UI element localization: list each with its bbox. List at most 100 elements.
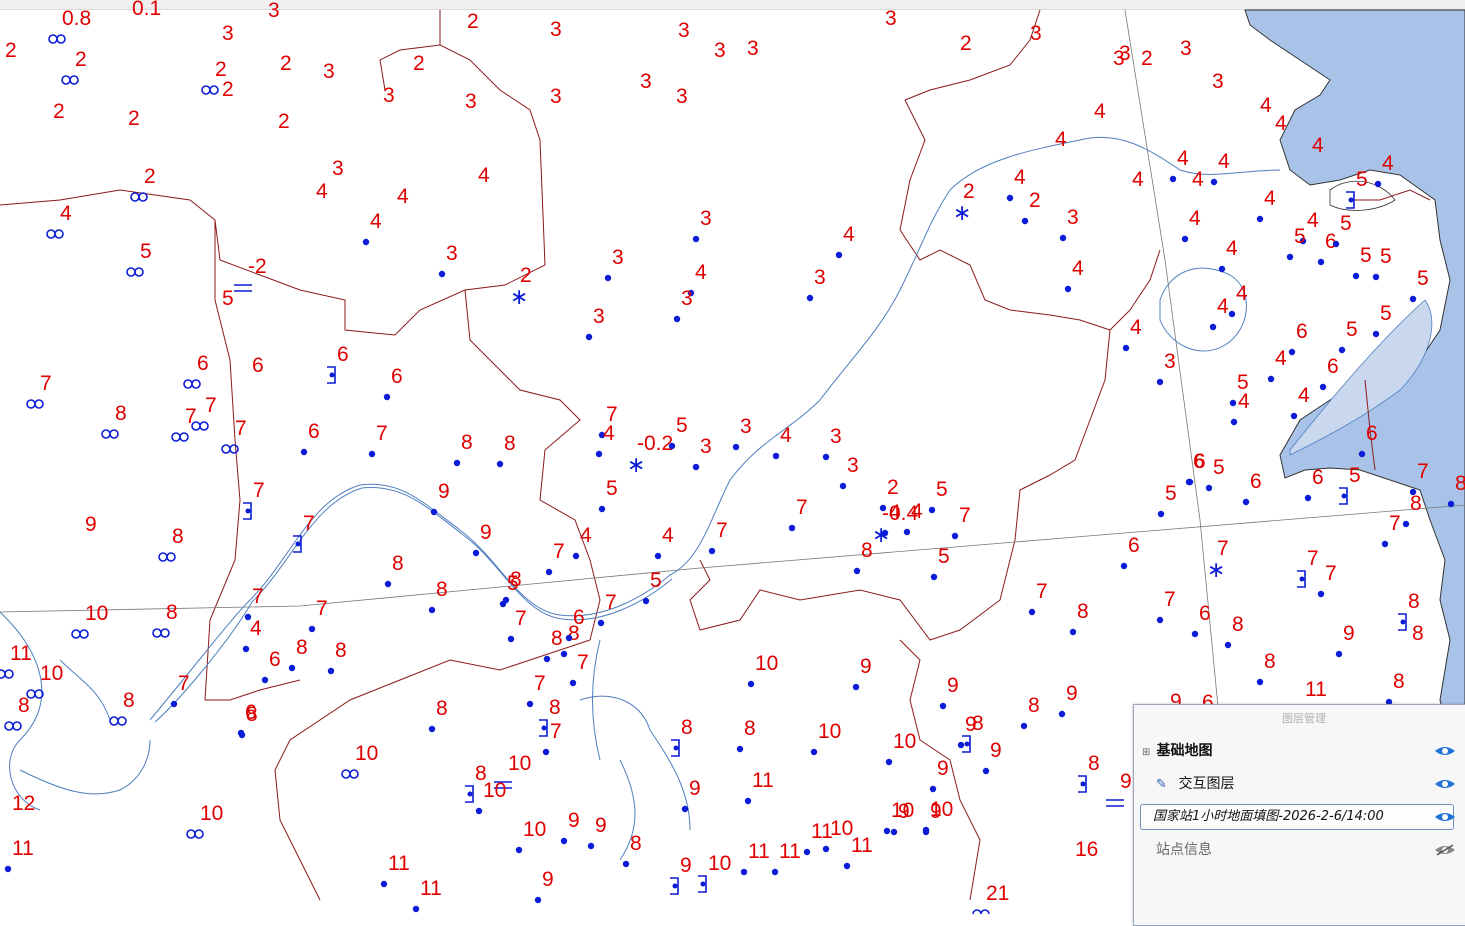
station-marker[interactable]: 5 bbox=[1157, 482, 1177, 518]
station-marker[interactable]: 4 bbox=[1064, 257, 1084, 293]
station-marker[interactable]: 5 bbox=[1205, 456, 1225, 492]
visibility-eye-icon[interactable] bbox=[1434, 778, 1456, 790]
hidden-eye-icon[interactable] bbox=[1434, 844, 1456, 856]
station-marker[interactable]: 6 bbox=[1288, 320, 1308, 356]
station-marker[interactable]: 8 bbox=[736, 717, 756, 753]
station-marker[interactable]: -2 bbox=[234, 255, 267, 292]
station-marker[interactable]: 4 bbox=[1210, 150, 1230, 186]
station-marker[interactable]: 3 bbox=[1059, 206, 1079, 242]
station-marker[interactable]: 5 bbox=[642, 569, 662, 605]
station-marker[interactable]: 3 bbox=[673, 287, 693, 323]
station-marker[interactable]: 3 bbox=[692, 207, 712, 243]
station-marker[interactable]: 4 bbox=[772, 424, 792, 460]
station-marker[interactable]: 2 bbox=[53, 100, 65, 123]
station-marker[interactable]: 4 bbox=[1275, 112, 1287, 135]
station-marker[interactable]: 9 bbox=[982, 739, 1002, 775]
station-marker[interactable]: 8 bbox=[1385, 670, 1405, 706]
station-marker[interactable]: 2 bbox=[960, 32, 972, 55]
station-marker[interactable]: 9 bbox=[922, 800, 942, 836]
station-marker[interactable]: 3 bbox=[1212, 70, 1224, 93]
station-marker[interactable]: 6 bbox=[1242, 470, 1262, 506]
station-marker[interactable]: 4 bbox=[1132, 168, 1144, 191]
station-marker[interactable]: 3 bbox=[822, 425, 842, 461]
station-marker[interactable]: 9 bbox=[852, 655, 872, 691]
station-marker[interactable]: 8 bbox=[152, 601, 178, 638]
station-marker[interactable]: 5 bbox=[1372, 302, 1392, 338]
station-marker[interactable]: 5 bbox=[928, 478, 948, 514]
station-marker[interactable]: 8 bbox=[109, 689, 135, 726]
station-marker[interactable]: 12 bbox=[12, 792, 35, 815]
layer-row-site-info[interactable]: 站点信息 bbox=[1156, 838, 1212, 862]
station-marker[interactable]: 8 bbox=[428, 578, 448, 614]
station-marker[interactable]: 2 bbox=[413, 52, 425, 75]
station-marker[interactable]: 7∗ bbox=[1207, 537, 1229, 583]
station-marker[interactable]: 7 bbox=[170, 672, 190, 708]
visibility-eye-icon[interactable] bbox=[1434, 745, 1456, 757]
station-marker[interactable]: 4 bbox=[1209, 295, 1229, 331]
station-marker[interactable]: 8 bbox=[4, 694, 30, 731]
station-marker[interactable]: 5 bbox=[1286, 225, 1306, 261]
station-marker[interactable]: 3 bbox=[585, 305, 605, 341]
station-marker[interactable]: 5 bbox=[930, 545, 950, 581]
station-marker[interactable]: 7 bbox=[507, 607, 527, 643]
station-marker[interactable]: 10 bbox=[698, 852, 731, 893]
station-marker[interactable]: 0.8 bbox=[48, 7, 91, 44]
station-marker[interactable]: 7 bbox=[788, 496, 808, 532]
station-marker[interactable]: 2 bbox=[1021, 189, 1041, 225]
station-marker[interactable]: 11 bbox=[740, 840, 770, 876]
station-marker[interactable]: 6 bbox=[1185, 450, 1205, 486]
station-marker[interactable]: 3 bbox=[640, 70, 652, 93]
station-marker[interactable]: 3 bbox=[222, 22, 234, 45]
station-marker[interactable]: 3 bbox=[268, 0, 280, 22]
station-marker[interactable]: 3 bbox=[806, 266, 826, 302]
station-marker[interactable]: 3 bbox=[550, 18, 562, 41]
station-marker[interactable]: 0.1 bbox=[132, 0, 161, 20]
station-marker[interactable]: 2 bbox=[278, 110, 290, 133]
station-marker[interactable]: 9 bbox=[1106, 770, 1132, 807]
station-marker[interactable]: 8 bbox=[238, 703, 258, 739]
station-marker[interactable]: 3 bbox=[678, 19, 690, 42]
station-marker[interactable]: 8 bbox=[428, 697, 448, 733]
station-marker[interactable]: 6 bbox=[1304, 466, 1324, 502]
station-marker[interactable]: 9 bbox=[85, 513, 97, 536]
station-marker[interactable]: 8 bbox=[1020, 694, 1040, 730]
station-marker[interactable]: -0.4∗ bbox=[872, 502, 919, 548]
station-marker[interactable]: 5 bbox=[598, 477, 618, 513]
layer-management-panel[interactable]: 图层管理 ⊞ 基础地图 ✎ 交互图层 国家站1小时地面填图-2026-2-6/1… bbox=[1133, 704, 1465, 926]
station-marker[interactable]: 7 bbox=[368, 422, 388, 458]
station-marker[interactable]: 7 bbox=[26, 372, 52, 409]
station-marker[interactable]: 7 bbox=[542, 720, 562, 756]
station-marker[interactable]: 10 bbox=[885, 730, 917, 766]
station-marker[interactable]: 10 bbox=[515, 818, 547, 854]
station-marker[interactable]: 11 bbox=[4, 837, 34, 873]
station-marker[interactable]: 6 bbox=[252, 354, 264, 377]
station-marker[interactable]: 5 bbox=[1409, 267, 1429, 303]
station-marker[interactable]: 2 bbox=[61, 48, 87, 85]
station-marker[interactable]: 2 bbox=[1141, 47, 1153, 70]
station-marker[interactable]: 10 bbox=[341, 742, 378, 779]
station-marker[interactable]: 4 bbox=[1094, 100, 1106, 123]
station-marker[interactable]: 4 bbox=[397, 185, 409, 208]
station-marker[interactable]: 3 bbox=[692, 435, 712, 471]
station-marker[interactable]: 7 bbox=[597, 591, 617, 627]
station-marker[interactable]: 7 bbox=[708, 519, 728, 555]
station-marker[interactable]: 9 bbox=[670, 854, 692, 895]
station-marker[interactable]: 8 bbox=[158, 525, 184, 562]
station-marker[interactable]: 3 bbox=[465, 90, 477, 113]
station-marker[interactable]: 10 bbox=[883, 799, 915, 835]
station-marker[interactable]: 6 bbox=[383, 365, 403, 401]
station-marker[interactable]: 4 bbox=[242, 617, 262, 653]
station-marker[interactable]: 7 bbox=[1156, 588, 1176, 624]
station-marker[interactable]: 2 bbox=[222, 78, 234, 101]
station-marker[interactable]: 4 bbox=[316, 180, 328, 203]
station-marker[interactable]: 16 bbox=[1075, 838, 1098, 861]
station-marker[interactable]: 8 bbox=[671, 716, 693, 757]
station-marker[interactable]: 8 bbox=[543, 627, 563, 663]
station-marker[interactable]: 9 bbox=[939, 674, 959, 710]
station-marker[interactable]: 3 bbox=[1119, 42, 1131, 65]
station-marker[interactable]: 5 bbox=[1372, 245, 1392, 281]
station-marker[interactable]: 4 bbox=[1181, 207, 1201, 243]
station-marker[interactable]: 9 bbox=[929, 757, 949, 793]
station-marker[interactable]: 4 bbox=[1267, 347, 1287, 383]
station-marker[interactable]: 5 bbox=[1339, 464, 1361, 505]
